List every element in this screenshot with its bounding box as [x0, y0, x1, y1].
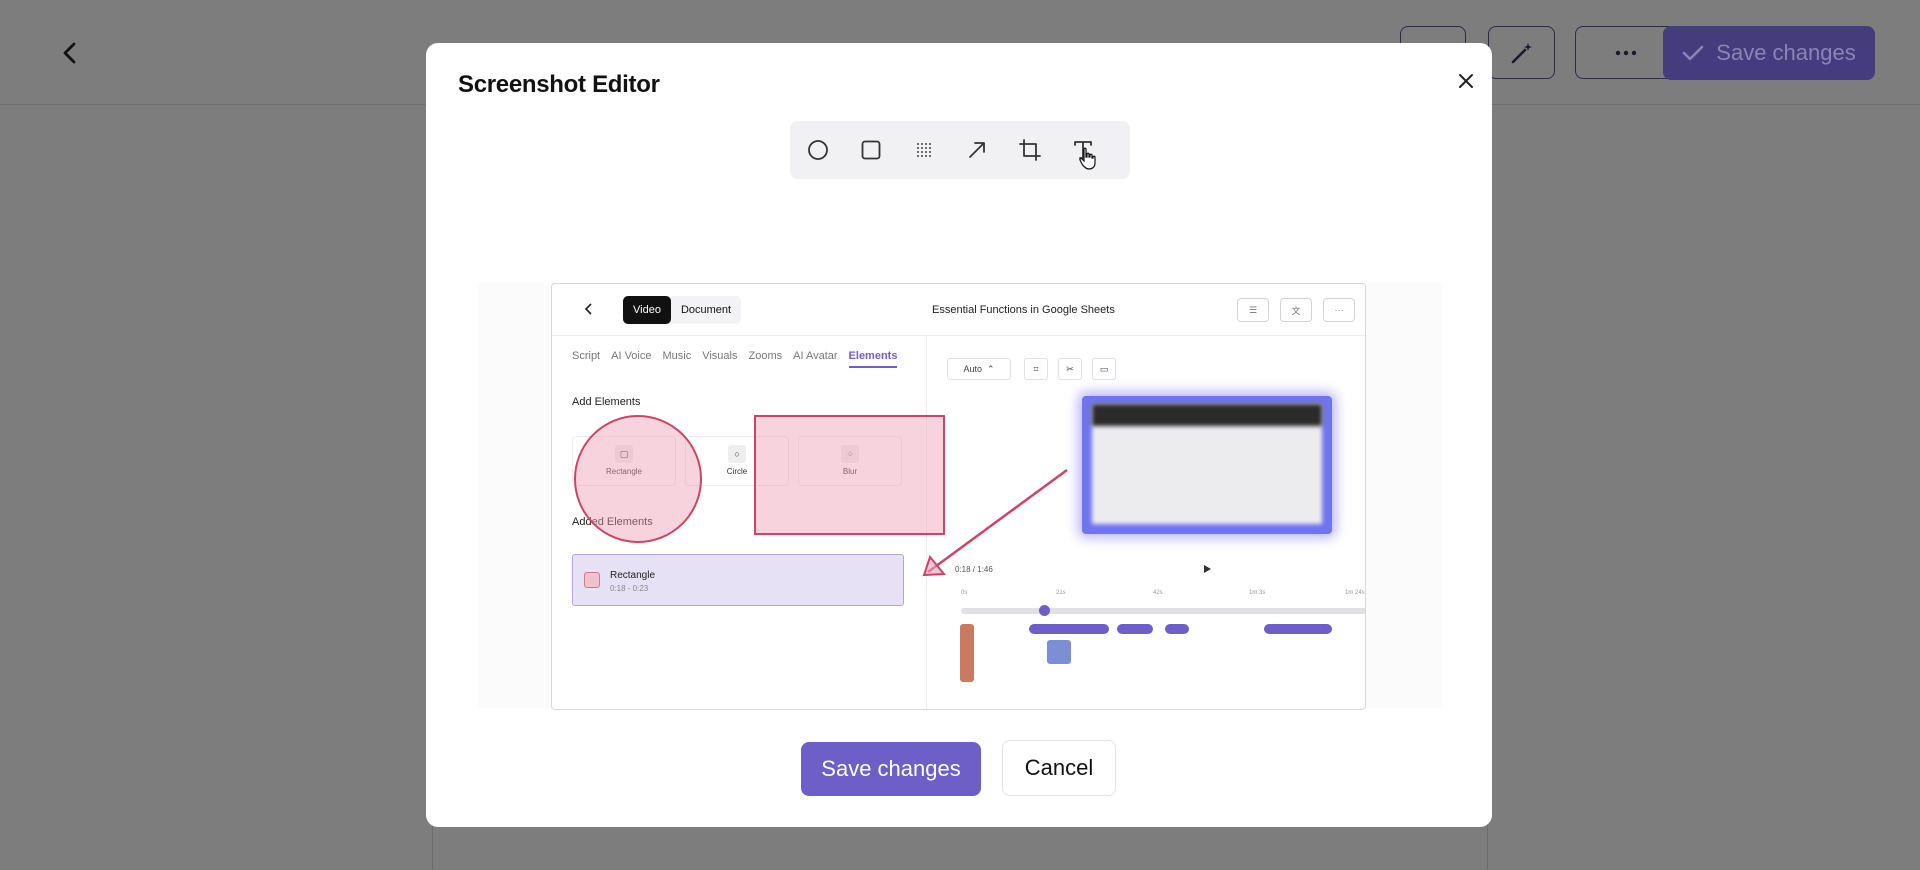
screenshot-editor-modal: Screenshot Editor Video Document Essenti…	[426, 43, 1492, 827]
more-icon	[1615, 50, 1636, 55]
arrow-annotation[interactable]	[552, 284, 1366, 710]
rectangle-tool[interactable]	[856, 135, 886, 165]
background-more-button[interactable]	[1575, 26, 1676, 79]
crop-tool[interactable]	[1015, 135, 1045, 165]
circle-icon	[808, 140, 828, 160]
screenshot-image[interactable]: Video Document Essential Functions in Go…	[551, 283, 1366, 710]
close-icon	[1459, 74, 1473, 88]
blur-tool[interactable]	[909, 135, 939, 165]
square-icon	[861, 140, 881, 160]
editor-toolbar	[790, 121, 1130, 179]
back-icon[interactable]	[55, 38, 85, 68]
cancel-button[interactable]: Cancel	[1002, 740, 1116, 796]
text-tool[interactable]	[1068, 135, 1098, 170]
arrow-icon	[969, 142, 985, 158]
blur-icon	[917, 143, 931, 157]
close-button[interactable]	[1448, 63, 1484, 99]
background-save-button[interactable]: Save changes	[1663, 26, 1875, 80]
save-changes-button[interactable]: Save changes	[801, 742, 981, 796]
background-panel	[432, 820, 1488, 870]
background-magic-button[interactable]	[1488, 26, 1555, 79]
circle-tool[interactable]	[803, 135, 833, 165]
hand-cursor-icon	[1079, 147, 1096, 170]
background-save-label: Save changes	[1716, 40, 1856, 65]
crop-icon	[1019, 139, 1041, 161]
arrow-tool[interactable]	[962, 135, 992, 165]
magic-wand-icon	[1511, 42, 1532, 63]
check-icon	[1682, 45, 1704, 61]
modal-title: Screenshot Editor	[458, 71, 660, 98]
